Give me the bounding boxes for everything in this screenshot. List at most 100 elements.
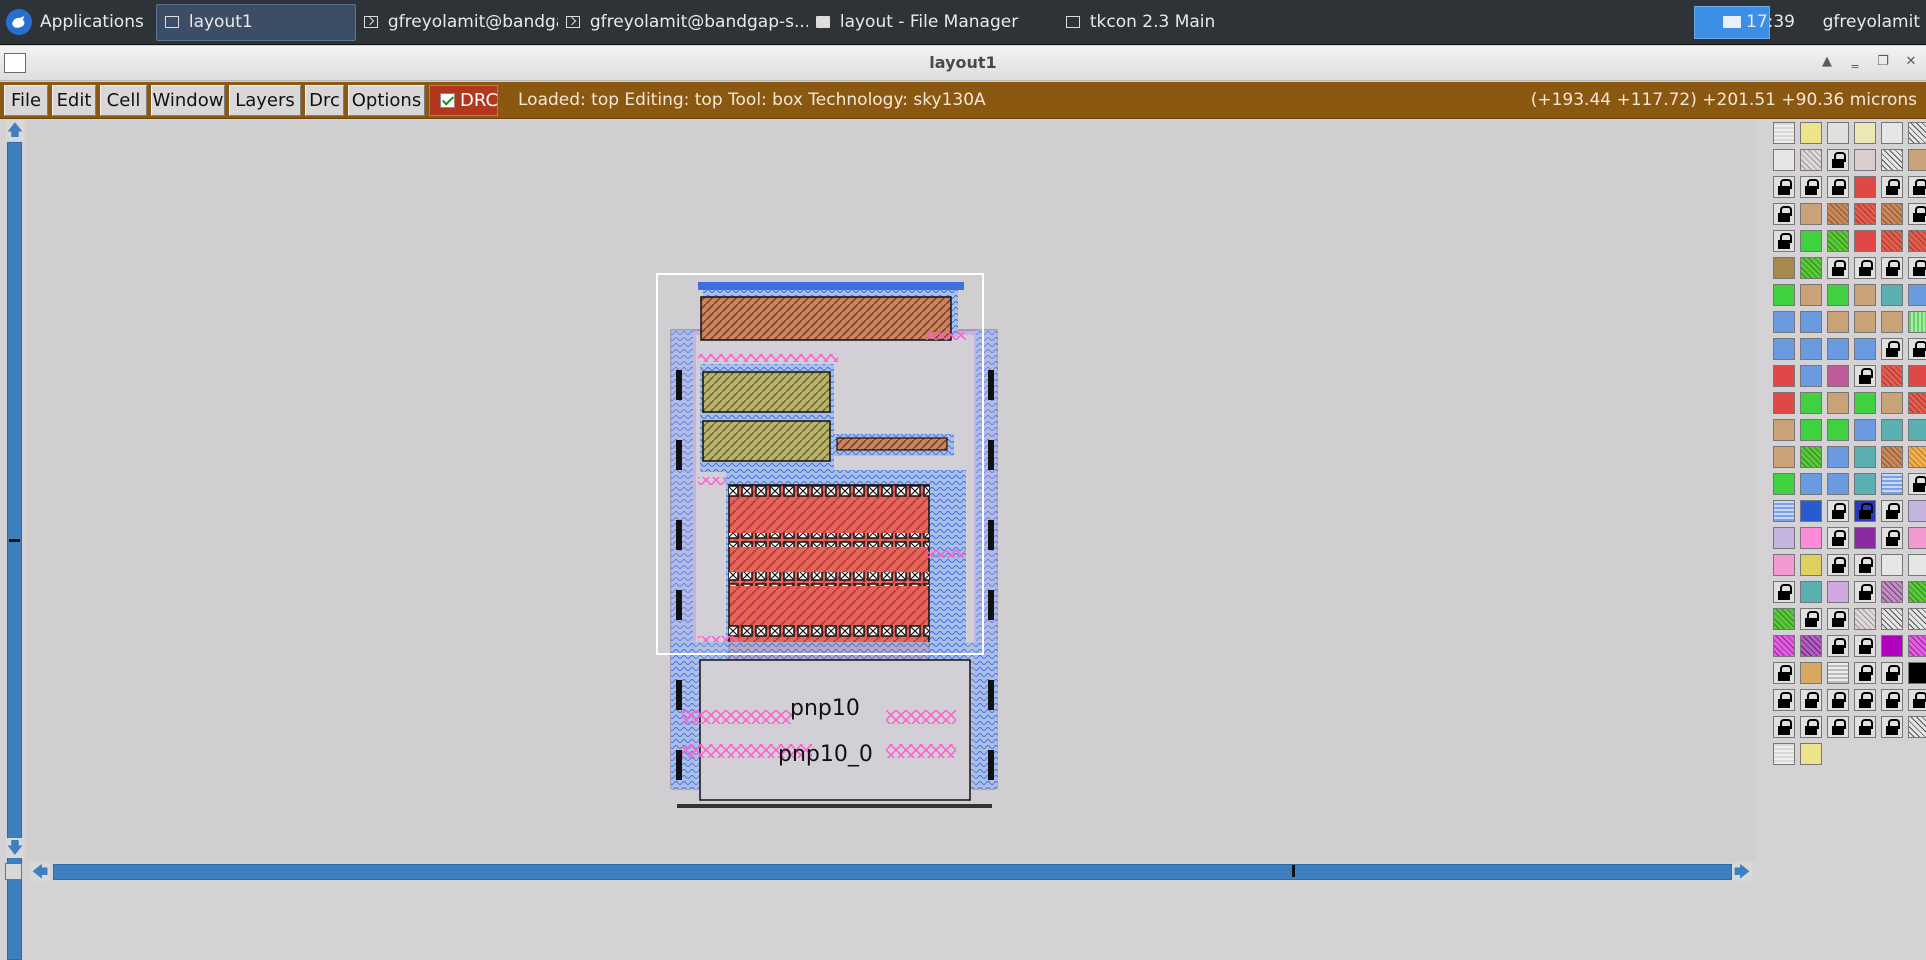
layer-locked-icon[interactable] [1827, 716, 1849, 738]
layer-swatch-bluewave[interactable] [1773, 500, 1795, 522]
layer-swatch-redhatch[interactable] [1881, 230, 1903, 252]
menu-file[interactable]: File [4, 85, 48, 116]
layer-locked-icon[interactable] [1827, 635, 1849, 657]
layer-swatch-hatchgray[interactable] [1854, 608, 1876, 630]
layer-locked-icon[interactable] [1773, 662, 1795, 684]
layer-locked-icon[interactable] [1881, 176, 1903, 198]
layer-swatch-yellow[interactable] [1800, 743, 1822, 765]
layer-swatch-bluex[interactable] [1854, 338, 1876, 360]
layer-locked-icon[interactable] [1854, 662, 1876, 684]
layer-swatch-yellowx[interactable] [1800, 554, 1822, 576]
layer-swatch-green[interactable] [1800, 392, 1822, 414]
task-terminal-2[interactable]: gfreyolamit@bandgap-s... [558, 4, 808, 41]
layer-swatch-hatch[interactable] [1881, 608, 1903, 630]
layer-swatch-purpledot[interactable] [1827, 581, 1849, 603]
vertical-scrollbar[interactable]: 🡅 🡇 [4, 120, 26, 960]
layer-swatch-greenhatch[interactable] [1773, 608, 1795, 630]
layer-swatch-tan[interactable] [1800, 284, 1822, 306]
layer-swatch-tealx[interactable] [1800, 581, 1822, 603]
layer-swatch-bluex[interactable] [1800, 473, 1822, 495]
layer-locked-icon[interactable] [1800, 608, 1822, 630]
drc-checkbox[interactable] [440, 93, 455, 108]
layer-swatch-greenhatch[interactable] [1827, 230, 1849, 252]
scroll-left-arrow-icon[interactable]: 🡄 [30, 863, 50, 881]
layer-locked-icon[interactable] [1908, 338, 1926, 360]
close-button[interactable]: ✕ [1902, 53, 1920, 71]
layer-swatch-redhatch[interactable] [1854, 203, 1876, 225]
scroll-up-arrow-icon[interactable]: 🡅 [6, 120, 24, 140]
horizontal-scrollbar[interactable]: 🡄 🡆 [0, 861, 1756, 884]
layer-locked-icon[interactable] [1854, 500, 1876, 522]
task-tkcon[interactable]: tkcon 2.3 Main [1058, 4, 1258, 41]
task-layout1[interactable]: layout1 [155, 3, 356, 41]
layer-swatch-redhatch[interactable] [1881, 365, 1903, 387]
layer-locked-icon[interactable] [1881, 527, 1903, 549]
layer-locked-icon[interactable] [1908, 203, 1926, 225]
scroll-down-arrow-icon[interactable]: 🡇 [6, 838, 24, 858]
zoom-box-icon[interactable] [5, 863, 22, 880]
layer-swatch-bluex[interactable] [1827, 473, 1849, 495]
applications-menu[interactable]: Applications [0, 0, 152, 45]
layer-locked-icon[interactable] [1827, 500, 1849, 522]
layer-swatch-tan[interactable] [1827, 392, 1849, 414]
cell-top[interactable] [656, 273, 998, 808]
layer-locked-icon[interactable] [1800, 176, 1822, 198]
layer-locked-icon[interactable] [1908, 176, 1926, 198]
layer-locked-icon[interactable] [1827, 176, 1849, 198]
layer-locked-icon[interactable] [1854, 257, 1876, 279]
layer-swatch-red[interactable] [1908, 365, 1926, 387]
menu-window[interactable]: Window [151, 85, 225, 116]
layer-swatch-red[interactable] [1773, 365, 1795, 387]
layer-swatch-hatch[interactable] [1881, 149, 1903, 171]
layer-swatch-bluex[interactable] [1827, 338, 1849, 360]
layer-locked-icon[interactable] [1773, 203, 1795, 225]
layer-swatch-ltgray[interactable] [1773, 149, 1795, 171]
layer-swatch-tanhatch[interactable] [1827, 203, 1849, 225]
layer-locked-icon[interactable] [1908, 257, 1926, 279]
layer-swatch-black[interactable] [1908, 662, 1926, 684]
horizontal-scroll-thumb[interactable] [1292, 865, 1295, 877]
layer-swatch-ltgray[interactable] [1881, 554, 1903, 576]
layer-swatch-red[interactable] [1854, 230, 1876, 252]
layer-swatch-tan[interactable] [1773, 446, 1795, 468]
layer-swatch-greendot[interactable] [1908, 311, 1926, 333]
layer-locked-icon[interactable] [1881, 716, 1903, 738]
layer-swatch-pinkgray[interactable] [1854, 149, 1876, 171]
layer-swatch-pinkx[interactable] [1908, 527, 1926, 549]
layer-swatch-bluex[interactable] [1773, 338, 1795, 360]
layer-swatch-magenta[interactable] [1881, 635, 1903, 657]
shade-button[interactable]: ▲ [1818, 53, 1836, 71]
layer-swatch-dots[interactable] [1773, 743, 1795, 765]
task-terminal-1[interactable]: gfreyolamit@bandgap-s... [356, 4, 558, 41]
vertical-scroll-thumb[interactable] [9, 539, 20, 542]
layer-locked-icon[interactable] [1854, 365, 1876, 387]
layer-swatch-ltgray[interactable] [1908, 554, 1926, 576]
layer-locked-icon[interactable] [1854, 635, 1876, 657]
layer-swatch-bluex[interactable] [1800, 365, 1822, 387]
layer-locked-icon[interactable] [1881, 500, 1903, 522]
layer-swatch-hatchgray[interactable] [1800, 149, 1822, 171]
layer-locked-icon[interactable] [1881, 257, 1903, 279]
layer-swatch-green[interactable] [1773, 473, 1795, 495]
layer-swatch-tan[interactable] [1800, 203, 1822, 225]
minimize-button[interactable]: ‗ [1846, 53, 1864, 71]
layer-swatch-redhatch[interactable] [1908, 392, 1926, 414]
layer-swatch-bluex[interactable] [1908, 284, 1926, 306]
layer-swatch-olive[interactable] [1773, 257, 1795, 279]
layer-swatch-lavender[interactable] [1773, 527, 1795, 549]
layer-swatch-tealx[interactable] [1854, 473, 1876, 495]
layer-swatch-bluedense[interactable] [1800, 500, 1822, 522]
layer-locked-icon[interactable] [1908, 473, 1926, 495]
layer-swatch-green[interactable] [1800, 419, 1822, 441]
layer-swatch-box[interactable] [1827, 122, 1849, 144]
horizontal-scroll-track[interactable] [53, 864, 1732, 880]
drc-toggle[interactable]: DRC [429, 85, 498, 116]
layer-swatch-green[interactable] [1800, 230, 1822, 252]
layer-locked-icon[interactable] [1854, 554, 1876, 576]
layer-swatch-green[interactable] [1827, 284, 1849, 306]
layer-locked-icon[interactable] [1881, 338, 1903, 360]
layer-swatch-hatch[interactable] [1908, 122, 1926, 144]
maximize-button[interactable]: ❐ [1874, 53, 1892, 71]
layer-swatch-purplehatch[interactable] [1800, 635, 1822, 657]
layout-drawing[interactable] [26, 120, 1756, 861]
